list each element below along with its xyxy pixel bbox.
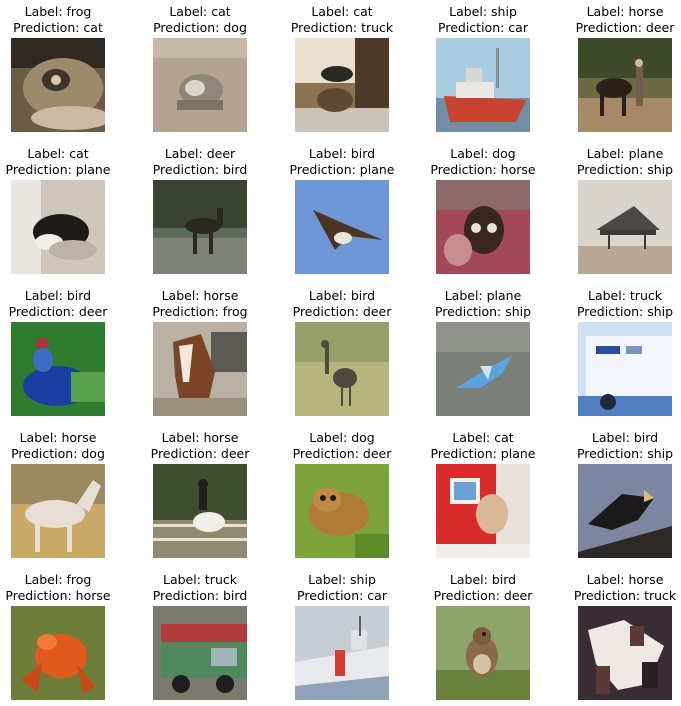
label-text: Label: cat [169, 4, 231, 19]
label-text: Label: dog [309, 430, 375, 445]
frog-image [11, 606, 105, 700]
label-text: Label: cat [27, 146, 89, 161]
horse-image [153, 464, 247, 558]
cat-image [153, 38, 247, 132]
prediction-text: Prediction: bird [152, 162, 248, 177]
prediction-text: Prediction: ship [576, 304, 674, 319]
prediction-text: Prediction: plane [430, 446, 536, 461]
label-text: Label: plane [586, 146, 664, 161]
prediction-text: Prediction: car [297, 588, 387, 603]
prediction-text: Prediction: deer [150, 446, 250, 461]
prediction-text: Prediction: horse [5, 588, 111, 603]
dog-image [436, 180, 530, 274]
plane-image [578, 180, 672, 274]
ship-image [295, 606, 389, 700]
truck-image [153, 606, 247, 700]
bird-image [11, 322, 105, 416]
bird-image [436, 606, 530, 700]
prediction-text: Prediction: ship [434, 304, 532, 319]
prediction-text: Prediction: bird [152, 588, 248, 603]
label-text: Label: ship [308, 572, 376, 587]
label-text: Label: dog [450, 146, 516, 161]
label-text: Label: horse [19, 430, 97, 445]
cat-image [436, 464, 530, 558]
label-text: Label: ship [449, 4, 517, 19]
horse-image [11, 464, 105, 558]
label-text: Label: bird [308, 288, 376, 303]
cat-image [295, 38, 389, 132]
label-text: Label: bird [449, 572, 517, 587]
prediction-text: Prediction: deer [575, 20, 675, 35]
horse-image [578, 38, 672, 132]
cat-image [11, 180, 105, 274]
horse-image [153, 322, 247, 416]
prediction-text: Prediction: deer [292, 304, 392, 319]
label-text: Label: bird [591, 430, 659, 445]
prediction-text: Prediction: cat [13, 20, 103, 35]
bird-image [295, 180, 389, 274]
prediction-text: Prediction: ship [576, 162, 674, 177]
label-text: Label: horse [161, 288, 239, 303]
bird-image [578, 464, 672, 558]
prediction-text: Prediction: plane [289, 162, 395, 177]
deer-image [153, 180, 247, 274]
ship-image [436, 38, 530, 132]
prediction-text: Prediction: car [438, 20, 528, 35]
prediction-text: Prediction: deer [292, 446, 392, 461]
prediction-text: Prediction: truck [290, 20, 394, 35]
label-text: Label: deer [164, 146, 236, 161]
label-text: Label: frog [24, 4, 92, 19]
prediction-text: Prediction: deer [433, 588, 533, 603]
dog-image [295, 464, 389, 558]
prediction-text: Prediction: truck [573, 588, 677, 603]
horse-image [578, 606, 672, 700]
label-text: Label: truck [163, 572, 237, 587]
truck-image [578, 322, 672, 416]
prediction-text: Prediction: dog [11, 446, 105, 461]
prediction-text: Prediction: frog [152, 304, 248, 319]
label-text: Label: frog [24, 572, 92, 587]
frog-image [11, 38, 105, 132]
prediction-text: Prediction: deer [8, 304, 108, 319]
figure: { "chart_data": { "type": "image-grid", … [0, 0, 681, 706]
prediction-text: Prediction: ship [576, 446, 674, 461]
label-text: Label: truck [588, 288, 662, 303]
label-text: Label: cat [452, 430, 514, 445]
label-text: Label: bird [308, 146, 376, 161]
prediction-text: Prediction: plane [5, 162, 111, 177]
label-text: Label: horse [161, 430, 239, 445]
prediction-text: Prediction: horse [430, 162, 536, 177]
plane-image [436, 322, 530, 416]
label-text: Label: bird [24, 288, 92, 303]
label-text: Label: horse [586, 4, 664, 19]
prediction-text: Prediction: dog [153, 20, 247, 35]
label-text: Label: plane [444, 288, 522, 303]
label-text: Label: horse [586, 572, 664, 587]
label-text: Label: cat [311, 4, 373, 19]
bird-image [295, 322, 389, 416]
